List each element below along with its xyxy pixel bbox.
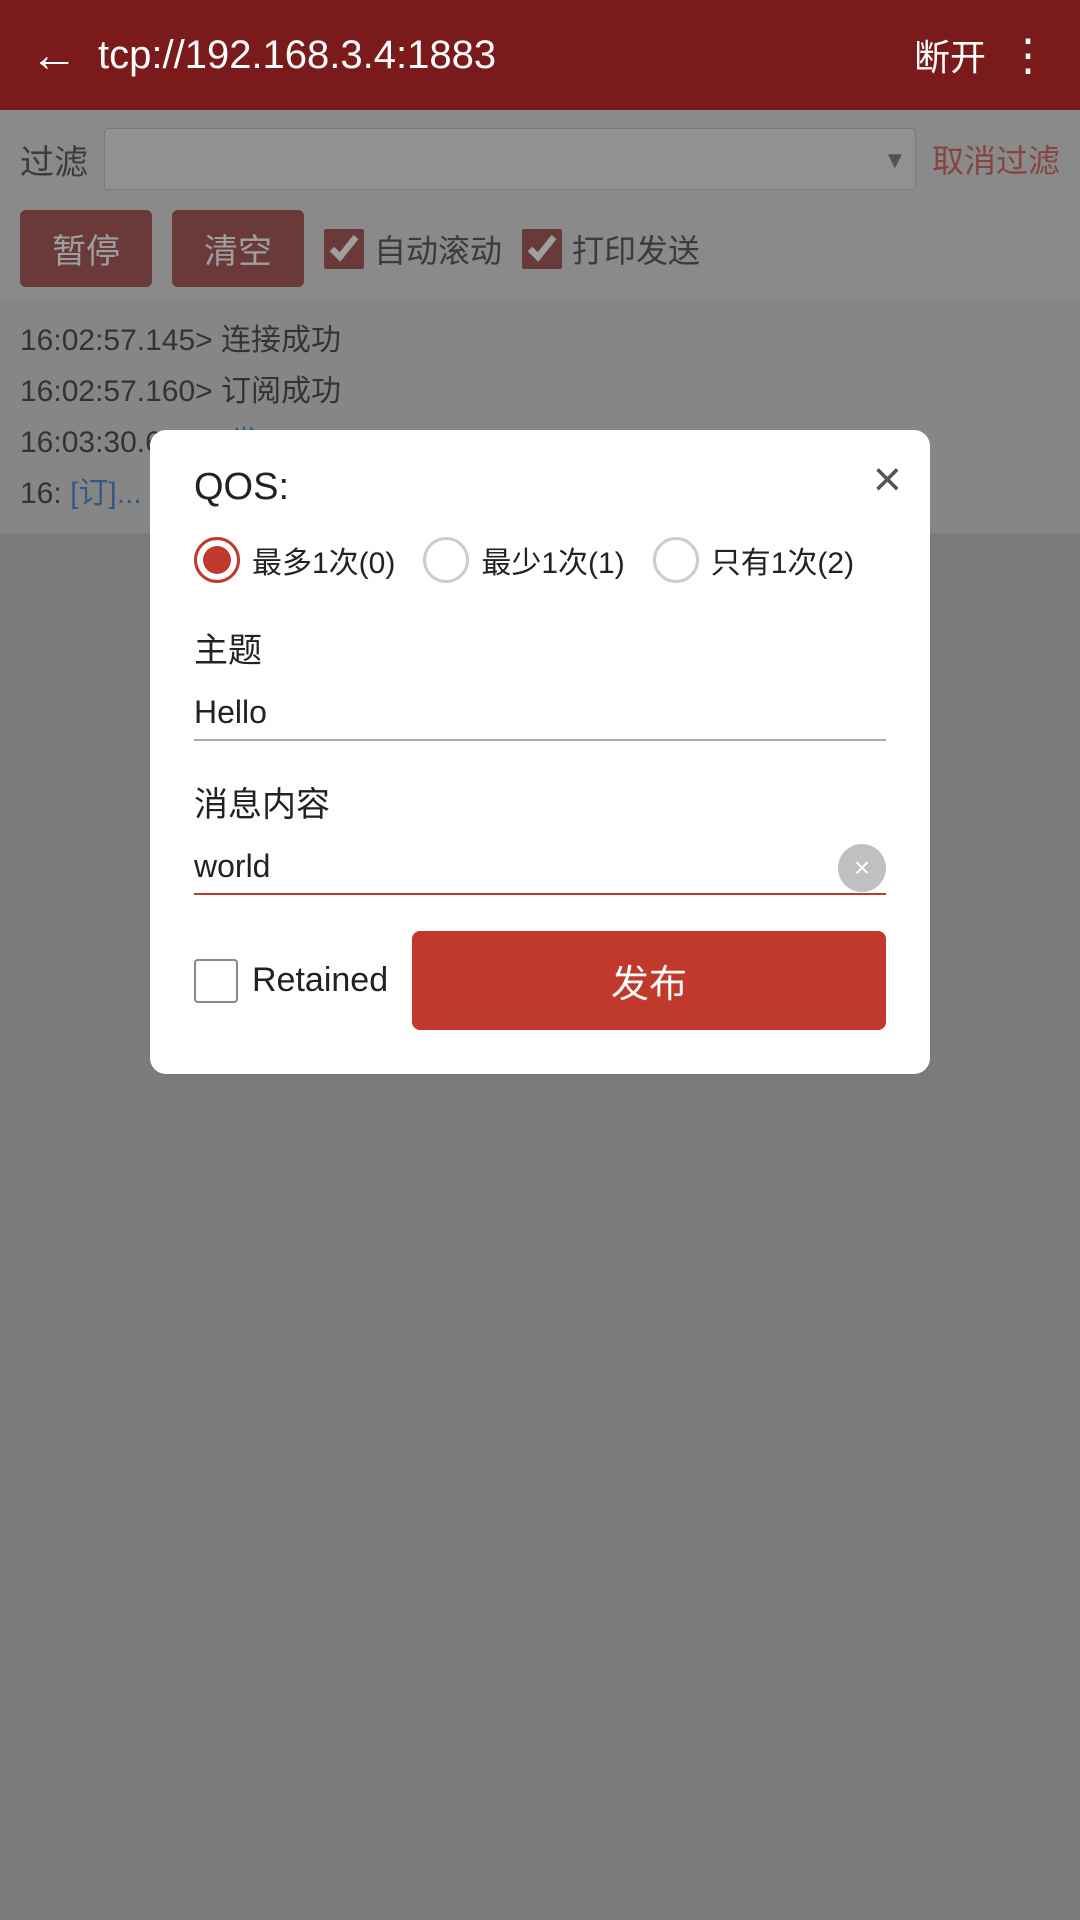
qos-radio-inner-0 — [203, 546, 231, 574]
clear-icon: × — [854, 852, 870, 884]
connection-title: tcp://192.168.3.4:1883 — [98, 33, 894, 78]
clear-message-button[interactable]: × — [838, 844, 886, 892]
topic-input[interactable] — [194, 686, 886, 741]
qos-label: QOS: — [194, 466, 886, 509]
qos-label-2: 只有1次(2) — [711, 538, 854, 582]
qos-option-1[interactable]: 最少1次(1) — [423, 537, 624, 583]
qos-option-2[interactable]: 只有1次(2) — [653, 537, 854, 583]
qos-option-0[interactable]: 最多1次(0) — [194, 537, 395, 583]
top-bar: ← tcp://192.168.3.4:1883 断开 ⋮ — [0, 0, 1080, 110]
publish-dialog: × QOS: 最多1次(0) 最少1次(1) — [150, 430, 930, 1074]
back-icon[interactable]: ← — [30, 28, 78, 83]
qos-radio-2[interactable] — [653, 537, 699, 583]
message-field-label: 消息内容 — [194, 777, 886, 826]
qos-label-1: 最少1次(1) — [481, 538, 624, 582]
dialog-overlay: × QOS: 最多1次(0) 最少1次(1) — [0, 110, 1080, 1920]
main-background: 过滤 ▾ 取消过滤 暂停 清空 自动滚动 打印发送 16:02:57.145> … — [0, 110, 1080, 1920]
message-input[interactable] — [194, 840, 886, 895]
dialog-close-button[interactable]: × — [873, 454, 902, 504]
qos-radio-1[interactable] — [423, 537, 469, 583]
dialog-bottom: Retained 发布 — [194, 931, 886, 1030]
qos-radio-0[interactable] — [194, 537, 240, 583]
retained-checkbox[interactable] — [194, 959, 238, 1003]
retained-checkbox-wrap[interactable]: Retained — [194, 959, 388, 1003]
qos-label-0: 最多1次(0) — [252, 538, 395, 582]
retained-label: Retained — [252, 961, 388, 1000]
topic-field-label: 主题 — [194, 623, 886, 672]
publish-button[interactable]: 发布 — [412, 931, 886, 1030]
qos-options: 最多1次(0) 最少1次(1) 只有1次(2) — [194, 537, 886, 583]
message-field-wrap: × — [194, 840, 886, 895]
more-icon[interactable]: ⋮ — [1006, 30, 1050, 81]
disconnect-button[interactable]: 断开 — [914, 29, 986, 81]
